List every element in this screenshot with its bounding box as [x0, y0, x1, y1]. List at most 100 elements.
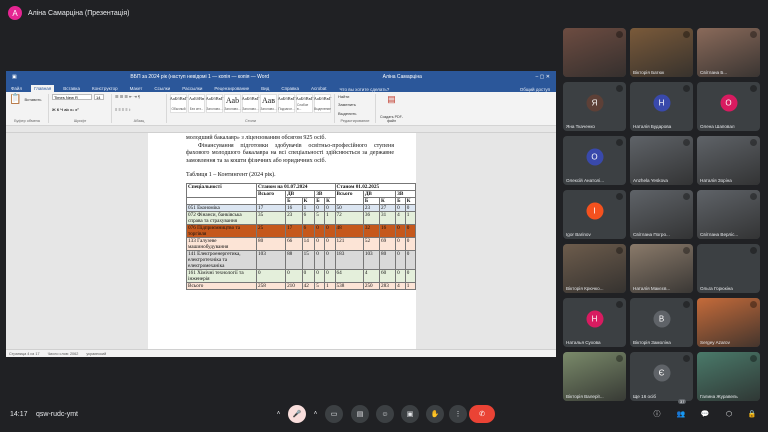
people-icon[interactable]: 👥: [674, 407, 688, 421]
participant-avatar: Н: [586, 310, 603, 328]
chat-icon[interactable]: 💬: [698, 407, 712, 421]
more-options-icon[interactable]: ⋮: [449, 405, 467, 423]
row-value: 4: [362, 269, 381, 283]
mic-muted-icon: [750, 31, 757, 38]
participant-avatar: Я: [586, 94, 603, 112]
participant-tile[interactable]: Вікторія Валерії...: [563, 352, 626, 401]
host-controls-icon[interactable]: 🔒: [745, 407, 759, 421]
style-tile[interactable]: АаБбВв Без инт...: [188, 94, 205, 113]
ribbon-tab[interactable]: Главная: [31, 85, 55, 92]
paste-icon[interactable]: 📋: [9, 94, 21, 105]
participant-tile[interactable]: I Igor Barinov: [563, 190, 626, 239]
leave-call-button[interactable]: ✆: [469, 405, 495, 423]
captions-icon[interactable]: ▤: [351, 405, 369, 423]
ribbon-tab[interactable]: Файл: [8, 85, 25, 92]
participant-name: Igor Barinov: [566, 232, 591, 237]
participant-tile[interactable]: Я Яна Ткаченко: [563, 82, 626, 131]
activities-icon[interactable]: ⬡: [722, 407, 736, 421]
ribbon-tab[interactable]: Рассылки: [179, 85, 205, 92]
participant-name: Вікторія Замоліна: [633, 340, 671, 345]
participant-tile[interactable]: Наталія Зоріна: [697, 136, 760, 185]
ribbon-tab[interactable]: Конструктор: [89, 85, 121, 92]
participant-tile[interactable]: Вікторія Батюк: [630, 28, 693, 77]
ribbon-tab[interactable]: Acrobat: [308, 85, 330, 92]
document-area[interactable]: молодший бакалавр» з ліцензованим обсяго…: [6, 133, 556, 349]
create-pdf-button[interactable]: Создать PDF-файл: [379, 115, 404, 123]
camera-icon[interactable]: ▭: [325, 405, 343, 423]
list-icons[interactable]: ☰ ☰ ☰ ⇤ ⇥ ¶: [115, 94, 163, 99]
share-button[interactable]: Общий доступ: [520, 87, 550, 92]
font-size-select[interactable]: 14: [94, 94, 104, 100]
row-value: 72: [334, 211, 364, 225]
participant-tile[interactable]: Світлана Погро...: [630, 190, 693, 239]
style-tile[interactable]: Аав Заголово...: [260, 94, 277, 113]
table-row: 133 Галузеве машинобудування 80 66 14 0 0 121 5…: [186, 237, 417, 251]
participant-tile[interactable]: Є Ще 16 осіб: [630, 352, 693, 401]
audio-options-chevron-icon[interactable]: ˄: [274, 405, 283, 423]
participant-tile[interactable]: Галина Журавель: [697, 352, 760, 401]
participant-tile[interactable]: О Олена Шаповал: [697, 82, 760, 131]
participant-tile[interactable]: Sergey Azarov: [697, 298, 760, 347]
emoji-icon[interactable]: ☺: [376, 405, 394, 423]
participant-tile[interactable]: Вікторія Крючко...: [563, 244, 626, 293]
row-value: 0: [314, 250, 326, 270]
row-value: 1: [404, 211, 417, 225]
ribbon-tab[interactable]: Вид: [258, 85, 272, 92]
participant-tile[interactable]: Н Наталія Бударова: [630, 82, 693, 131]
page-count: Страница 4 из 17: [9, 351, 40, 356]
participant-name: Яна Ткаченко: [566, 124, 595, 129]
participant-tile[interactable]: Світлана Б...: [697, 28, 760, 77]
ribbon-tab[interactable]: Рецензирование: [211, 85, 252, 92]
style-tile[interactable]: Ааb Заголово...: [224, 94, 241, 113]
paste-button[interactable]: Вставить: [24, 97, 41, 102]
style-tile[interactable]: АаБбВвГ Слабое в...: [296, 94, 313, 113]
participant-tile[interactable]: Anzhela Yeskova: [630, 136, 693, 185]
col-header-2024: Станом на 01.07.2024: [256, 183, 336, 191]
row-value: 283: [378, 282, 397, 290]
style-tile[interactable]: АаБбВвГ Заголово...: [242, 94, 259, 113]
find-button[interactable]: Найти: [338, 94, 372, 99]
table-row: 072 Фінанси, банківська справа та страху…: [186, 211, 417, 225]
ruler[interactable]: [6, 126, 556, 133]
document-page[interactable]: молодший бакалавр» з ліцензованим обсяго…: [148, 133, 417, 349]
ribbon-tab[interactable]: Вставка: [60, 85, 83, 92]
info-icon[interactable]: ⓘ: [650, 407, 664, 421]
style-sample: Ааb: [225, 96, 240, 105]
row-value: 1: [324, 282, 336, 290]
ribbon-tab[interactable]: Макет: [127, 85, 146, 92]
participant-tile[interactable]: Світлана Верліс...: [697, 190, 760, 239]
font-label: Шрифт: [73, 119, 87, 123]
participant-tile[interactable]: Наталія Макєєв...: [630, 244, 693, 293]
style-tile[interactable]: АаБбВвГ Подзагол...: [278, 94, 295, 113]
participant-name: Олексій Анатолі...: [566, 178, 605, 183]
style-tile[interactable]: АаБбВвГ Обычный: [170, 94, 187, 113]
raise-hand-icon[interactable]: ✋: [426, 405, 444, 423]
ribbon-tab[interactable]: Ссылки: [151, 85, 173, 92]
participant-tile[interactable]: О Олексій Анатолі...: [563, 136, 626, 185]
ribbon-tab[interactable]: Справка: [278, 85, 302, 92]
style-tile[interactable]: АаБбВвГ Заголово...: [206, 94, 223, 113]
style-tile[interactable]: АаБбВвГ Выделение: [314, 94, 331, 113]
replace-button[interactable]: Заменить: [338, 102, 372, 107]
row-value: 183: [334, 250, 364, 270]
video-options-chevron-icon[interactable]: ˄: [311, 405, 320, 423]
col-zv: ЗВ: [314, 190, 336, 198]
window-controls-icon[interactable]: – ▢ ✕: [536, 74, 550, 80]
participant-tile[interactable]: [563, 28, 626, 77]
row-value: 25: [255, 224, 287, 238]
doc-line: молодший бакалавр» з ліцензованим обсяго…: [186, 135, 326, 141]
clipboard-label: Буфер обмена: [14, 119, 40, 123]
styles-group: АаБбВвГ Обычный АаБбВв Без инт... АаБбВвГ Заг…: [170, 94, 335, 123]
align-icons[interactable]: ≡ ≡ ≡ ≡ ↕: [115, 107, 163, 112]
participant-tile[interactable]: Ольга Горюкіна: [697, 244, 760, 293]
present-icon[interactable]: ▣: [401, 405, 419, 423]
pdf-icon[interactable]: ▤: [379, 94, 404, 105]
font-name-select[interactable]: Times New R: [52, 94, 92, 100]
font-format-icons[interactable]: Ж К Ч ab x₂ x²: [52, 107, 108, 112]
participant-tile[interactable]: Н Наталья Сухова: [563, 298, 626, 347]
row-value: 16: [378, 224, 397, 238]
mic-off-icon[interactable]: 🎤: [288, 405, 306, 423]
tell-me-search[interactable]: Что вы хотите сделать?: [340, 87, 390, 92]
select-button[interactable]: Выделить: [338, 111, 372, 116]
participant-tile[interactable]: В Вікторія Замоліна: [630, 298, 693, 347]
